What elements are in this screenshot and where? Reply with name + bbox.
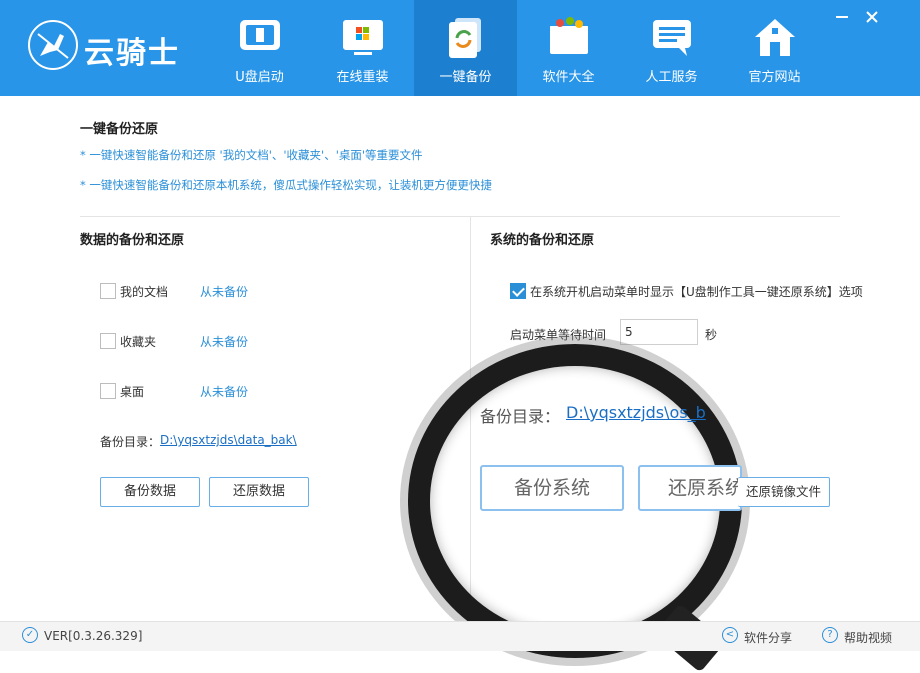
system-dir-label: 备份目录： bbox=[480, 407, 561, 426]
item-label: 桌面 bbox=[120, 385, 145, 399]
knight-logo-icon bbox=[28, 20, 78, 70]
item-label: 收藏夹 bbox=[120, 335, 157, 349]
nav-label: 官方网站 bbox=[748, 70, 801, 85]
restore-image-button[interactable]: 还原镜像文件 bbox=[738, 477, 830, 507]
backup-data-button[interactable]: 备份数据 bbox=[100, 477, 200, 507]
checkbox-boot-menu[interactable] bbox=[510, 283, 526, 299]
wait-time-label: 启动菜单等待时间 bbox=[510, 328, 607, 342]
nav-label: 软件大全 bbox=[542, 70, 595, 85]
nav-official-site[interactable]: 官方网站 bbox=[723, 0, 826, 96]
title-bar: 云骑士 U盘启动 在线重装 一键备份 软件大全 人工服务 官方网站 bbox=[0, 0, 920, 96]
nav-label: 在线重装 bbox=[336, 70, 389, 85]
tip-line: * 一键快速智能备份和还原本机系统，傻瓜式操作轻松实现，让装机更方便更快捷 bbox=[80, 178, 492, 192]
backup-status: 从未备份 bbox=[200, 335, 249, 349]
help-link[interactable]: 帮助视频 bbox=[844, 629, 892, 646]
backup-dir-label: 备份目录： bbox=[100, 435, 161, 449]
backup-status: 从未备份 bbox=[200, 385, 249, 399]
restore-data-button[interactable]: 还原数据 bbox=[209, 477, 309, 507]
checkbox-favorites[interactable] bbox=[100, 333, 116, 349]
version-check-icon: ✓ bbox=[22, 627, 38, 643]
chat-bubble-icon bbox=[653, 20, 691, 56]
backup-dir-link[interactable]: D:\yqsxtzjds\data_bak\ bbox=[160, 433, 297, 447]
status-bar: ✓ VER[0.3.26.329] < 软件分享 ? 帮助视频 bbox=[0, 621, 920, 651]
checkbox-desktop[interactable] bbox=[100, 383, 116, 399]
page-title: 一键备份还原 bbox=[80, 122, 159, 137]
windows-monitor-icon bbox=[343, 20, 383, 55]
nav-label: 人工服务 bbox=[645, 70, 698, 85]
nav-label: U盘启动 bbox=[235, 70, 284, 85]
divider bbox=[80, 216, 840, 217]
nav-usb-boot[interactable]: U盘启动 bbox=[208, 0, 311, 96]
checkbox-my-documents[interactable] bbox=[100, 283, 116, 299]
system-backup-title: 系统的备份和还原 bbox=[490, 233, 595, 248]
nav-software[interactable]: 软件大全 bbox=[517, 0, 620, 96]
item-label: 我的文档 bbox=[120, 285, 169, 299]
home-icon bbox=[755, 19, 795, 56]
wait-unit: 秒 bbox=[705, 328, 718, 342]
tip-line: * 一键快速智能备份和还原 '我的文档'、'收藏夹'、'桌面'等重要文件 bbox=[80, 148, 423, 162]
system-dir-link[interactable]: D:\yqsxtzjds\os_b bbox=[566, 403, 706, 422]
software-box-icon bbox=[550, 17, 588, 54]
minimize-icon[interactable] bbox=[832, 10, 852, 28]
nav-human-service[interactable]: 人工服务 bbox=[620, 0, 723, 96]
version-text: VER[0.3.26.329] bbox=[44, 629, 143, 643]
share-link[interactable]: 软件分享 bbox=[744, 629, 792, 646]
backup-sync-icon bbox=[449, 18, 481, 58]
share-icon[interactable]: < bbox=[722, 627, 738, 643]
restore-system-button[interactable]: 还原系统 bbox=[638, 465, 742, 511]
nav-online-reinstall[interactable]: 在线重装 bbox=[311, 0, 414, 96]
nav-label: 一键备份 bbox=[439, 70, 492, 85]
backup-system-button[interactable]: 备份系统 bbox=[480, 465, 624, 511]
close-icon[interactable] bbox=[862, 10, 882, 28]
data-backup-title: 数据的备份和还原 bbox=[80, 233, 185, 248]
app-logo: 云骑士 bbox=[24, 18, 194, 74]
boot-option-label: 在系统开机启动菜单时显示【U盘制作工具一键还原系统】选项 bbox=[530, 285, 863, 299]
usb-drive-icon bbox=[240, 20, 280, 50]
backup-status: 从未备份 bbox=[200, 285, 249, 299]
nav-one-key-backup[interactable]: 一键备份 bbox=[414, 0, 517, 96]
logo-text: 云骑士 bbox=[84, 36, 180, 71]
wait-time-input[interactable]: 5 bbox=[620, 319, 698, 345]
help-icon[interactable]: ? bbox=[822, 627, 838, 643]
